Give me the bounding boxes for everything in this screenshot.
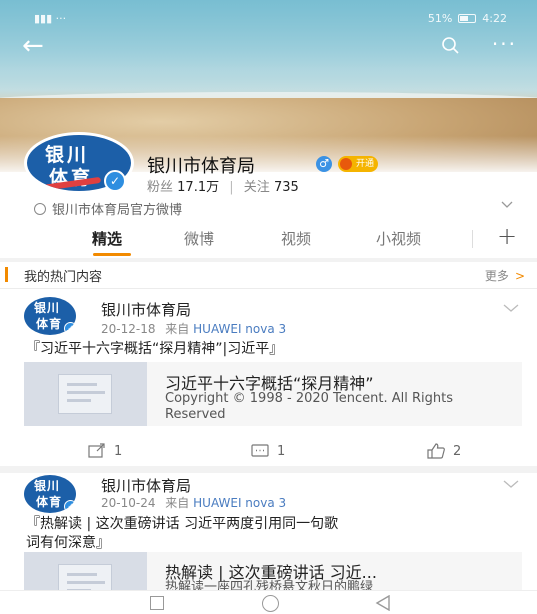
profile-stats: 粉丝 17.1万 | 关注 735 bbox=[147, 176, 299, 195]
fans-count[interactable]: 17.1万 bbox=[177, 180, 219, 195]
post-from-label: 来自 bbox=[165, 322, 190, 336]
system-navigation-bar bbox=[0, 590, 537, 614]
post-avatar-line1: 银川 bbox=[34, 479, 61, 493]
search-icon[interactable] bbox=[441, 36, 459, 54]
tab-short-video[interactable]: 小视频 bbox=[376, 228, 421, 249]
post-date: 20-12-18 bbox=[101, 322, 156, 336]
post-text-line2[interactable]: 词有何深意』 bbox=[26, 533, 110, 553]
profile-tabs: 精选 微博 视频 小视频 + bbox=[0, 222, 537, 258]
more-label: 更多 bbox=[484, 269, 509, 283]
follow-label: 关注 bbox=[243, 180, 270, 195]
link-card[interactable]: 热解读 | 这次重磅讲话 习近... 热解读一座四孔残桥悬文秋日的鹏绿 bbox=[24, 552, 522, 590]
like-button[interactable]: 2 bbox=[427, 443, 461, 459]
card-thumbnail bbox=[24, 552, 147, 590]
official-text: 银川市体育局官方微博 bbox=[52, 203, 183, 218]
divider bbox=[0, 288, 537, 289]
battery-percent: 51% bbox=[427, 11, 453, 25]
repost-button[interactable]: 1 bbox=[88, 443, 122, 459]
vip-badge[interactable]: 开通 bbox=[338, 156, 379, 172]
post-avatar-line2: 体育 bbox=[36, 317, 63, 331]
post-device[interactable]: HUAWEI nova 3 bbox=[193, 322, 286, 336]
status-left-text: ▮▮▮ ‧‧‧ bbox=[34, 11, 67, 25]
post-from-label: 来自 bbox=[165, 496, 190, 510]
post-text[interactable]: 『习近平十六字概括“探月精神”|习近平』 bbox=[26, 339, 283, 359]
back-triangle-icon[interactable] bbox=[375, 595, 391, 611]
thumbs-up-icon bbox=[427, 443, 445, 459]
post-menu-chevron-icon[interactable] bbox=[503, 480, 519, 489]
back-arrow-icon[interactable]: ← bbox=[22, 33, 44, 59]
post-avatar[interactable]: 银川 体育 ✓ bbox=[24, 475, 76, 513]
document-icon bbox=[58, 374, 112, 414]
verified-badge-icon: ✓ bbox=[64, 322, 76, 335]
profile-name: 银川市体育局 bbox=[147, 156, 255, 177]
more-link[interactable]: 更多 > bbox=[485, 267, 525, 284]
active-tab-indicator bbox=[93, 253, 131, 256]
verified-badge-icon: ✓ bbox=[64, 500, 76, 513]
hot-content-header: 我的热门内容 更多 > bbox=[0, 262, 537, 288]
hot-accent-bar bbox=[5, 267, 8, 282]
post-separator bbox=[0, 466, 537, 473]
post-device[interactable]: HUAWEI nova 3 bbox=[193, 496, 286, 510]
comment-button[interactable]: 1 bbox=[251, 443, 285, 459]
post-author[interactable]: 银川市体育局 bbox=[101, 475, 191, 496]
status-bar: ▮▮▮ ‧‧‧ 51% 4:22 bbox=[34, 10, 507, 26]
battery-icon bbox=[458, 13, 477, 23]
post-author[interactable]: 银川市体育局 bbox=[101, 299, 191, 320]
link-card[interactable]: 习近平十六字概括“探月精神” Copyright © 1998 - 2020 T… bbox=[24, 362, 522, 426]
card-description: Copyright © 1998 - 2020 Tencent. All Rig… bbox=[165, 391, 454, 422]
shield-icon bbox=[34, 203, 46, 215]
post-date: 20-10-24 bbox=[101, 496, 156, 510]
recent-apps-icon[interactable] bbox=[150, 596, 164, 610]
add-tab-icon[interactable]: + bbox=[497, 222, 517, 250]
tab-weibo[interactable]: 微博 bbox=[184, 228, 214, 249]
card-description: 热解读一座四孔残桥悬文秋日的鹏绿 bbox=[165, 580, 374, 590]
hot-title: 我的热门内容 bbox=[24, 270, 103, 285]
post-text-line1[interactable]: 『热解读 | 这次重磅讲话 习近平两度引用同一句歌 bbox=[26, 514, 338, 534]
verified-badge-icon: ✓ bbox=[104, 170, 126, 192]
more-arrow-icon: > bbox=[514, 269, 525, 283]
stats-separator: | bbox=[229, 180, 234, 195]
more-icon[interactable]: ··· bbox=[492, 34, 517, 54]
card-thumbnail bbox=[24, 362, 147, 426]
like-count: 2 bbox=[453, 443, 462, 459]
follow-count[interactable]: 735 bbox=[274, 180, 299, 195]
comment-count: 1 bbox=[277, 443, 286, 459]
post-meta: 20-10-24 来自 HUAWEI nova 3 bbox=[101, 494, 286, 511]
tab-video[interactable]: 视频 bbox=[281, 228, 311, 249]
official-intro-row[interactable]: 银川市体育局官方微博 bbox=[34, 199, 517, 218]
document-icon bbox=[58, 564, 112, 590]
tab-divider bbox=[472, 230, 473, 248]
post-avatar[interactable]: 银川 体育 ✓ bbox=[24, 297, 76, 335]
tab-featured[interactable]: 精选 bbox=[92, 228, 122, 249]
post-avatar-line2: 体育 bbox=[36, 495, 63, 509]
chevron-down-icon[interactable] bbox=[501, 201, 513, 209]
home-icon[interactable] bbox=[262, 595, 279, 612]
post-avatar-line1: 银川 bbox=[34, 301, 61, 315]
male-icon: ♂ bbox=[316, 156, 332, 172]
repost-icon bbox=[88, 443, 105, 458]
post-menu-chevron-icon[interactable] bbox=[503, 304, 519, 313]
top-nav: ← ··· bbox=[22, 33, 517, 60]
clock: 4:22 bbox=[482, 11, 507, 25]
repost-count: 1 bbox=[114, 443, 123, 459]
signal-icons: ▮▮▮ ‧‧‧ bbox=[34, 10, 66, 26]
comment-icon bbox=[251, 444, 269, 457]
fans-label: 粉丝 bbox=[147, 180, 174, 195]
post-actions: 1 1 2 bbox=[0, 443, 537, 463]
post-meta: 20-12-18 来自 HUAWEI nova 3 bbox=[101, 320, 286, 337]
